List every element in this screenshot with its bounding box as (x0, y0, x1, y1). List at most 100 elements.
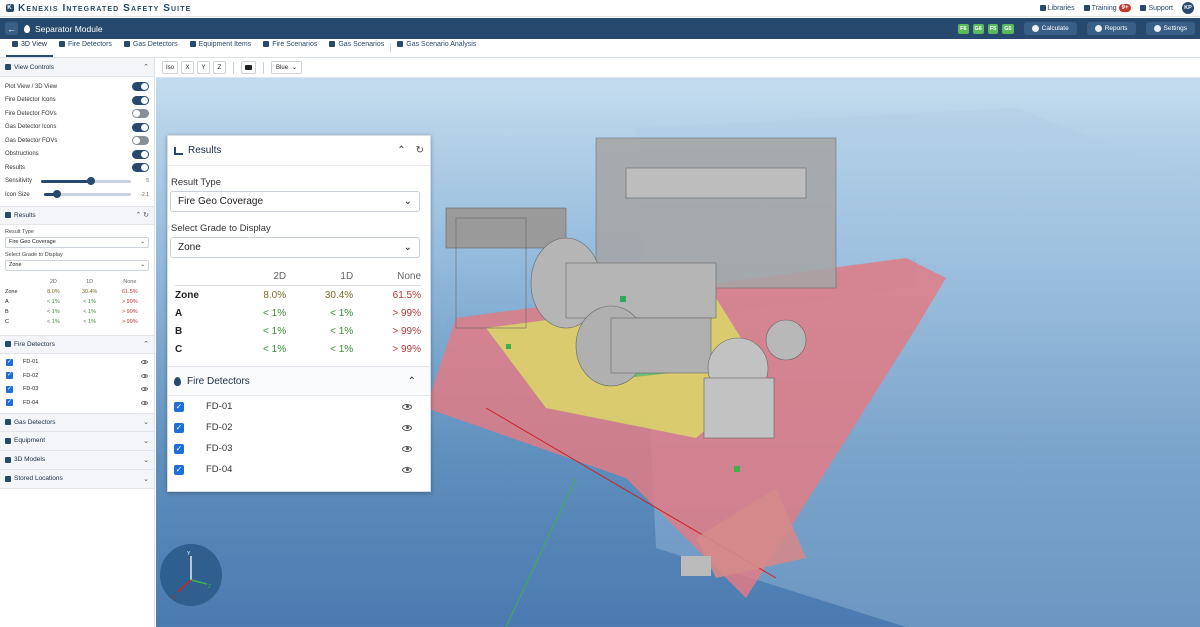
cell: > 99% (392, 343, 421, 355)
grade-label: Select Grade to Display (171, 223, 271, 234)
toggle-label: Fire Detector Icons (5, 97, 56, 104)
gas-detectors-header[interactable]: Gas Detectors ⌄ (0, 412, 154, 432)
viewer-toolbar: Iso X Y Z Blue ⌄ (156, 58, 1200, 78)
table-row: Zone 8.0% 30.4% 61.5% (175, 285, 421, 304)
eye-icon[interactable] (402, 424, 412, 431)
fd-checkbox[interactable]: ✓ (6, 372, 13, 380)
tab-equipment-items[interactable]: Equipment Items (184, 38, 258, 57)
stored-locations-header[interactable]: Stored Locations ⌄ (0, 469, 154, 489)
fire-detectors-panel-header[interactable]: Fire Detectors ⌃ (168, 366, 430, 396)
results-header[interactable]: Results ⌃ ↻ (0, 205, 154, 225)
gas-detector-icons-toggle[interactable] (132, 122, 149, 132)
sliders-icon (5, 64, 11, 70)
grade-select[interactable]: Zone ⌄ (5, 259, 149, 271)
tab-fire-detectors[interactable]: Fire Detectors (53, 38, 118, 57)
tab-gas-scenarios[interactable]: Gas Scenarios (323, 38, 390, 57)
fd-checkbox[interactable]: ✓ (174, 443, 184, 454)
slider-knob[interactable] (52, 190, 61, 199)
fire-detectors-header[interactable]: Fire Detectors ⌃ (0, 334, 154, 354)
brand-logo-icon: K (6, 4, 14, 12)
tab-gas-scenario-analysis[interactable]: Gas Scenario Analysis (391, 38, 482, 57)
chevron-up-icon[interactable]: ⌃ (408, 376, 416, 387)
detector-marker (506, 344, 511, 349)
chevron-down-icon: ⌄ (143, 456, 149, 464)
fd-checkbox[interactable]: ✓ (6, 385, 13, 393)
view-controls-header[interactable]: View Controls ⌃ (0, 58, 154, 77)
grade-select[interactable]: Zone ⌄ (170, 237, 420, 258)
screenshot-button[interactable] (241, 61, 257, 74)
color-select[interactable]: Blue ⌄ (271, 61, 303, 74)
sensitivity-slider[interactable] (41, 176, 131, 185)
refresh-button[interactable]: ↻ (416, 145, 424, 156)
training-badge: 9+ (1118, 4, 1132, 12)
color-select-value: Blue (276, 64, 289, 71)
settings-button[interactable]: Settings (1145, 22, 1195, 35)
fire-detector-icons-toggle[interactable] (132, 95, 149, 105)
cell: < 1% (330, 307, 354, 319)
calculate-label: Calculate (1041, 25, 1069, 32)
fd-checkbox[interactable]: ✓ (174, 422, 184, 433)
eye-icon[interactable] (141, 373, 148, 378)
result-type-select[interactable]: Fire Geo Coverage ⌄ (170, 191, 420, 212)
reports-button[interactable]: Reports (1086, 22, 1136, 35)
fd-checkbox[interactable]: ✓ (174, 464, 184, 475)
y-view-button[interactable]: Y (197, 61, 211, 74)
list-item: ✓ FD-03 (168, 438, 430, 459)
reports-label: Reports (1104, 25, 1128, 32)
fd-checkbox[interactable]: ✓ (6, 399, 13, 407)
axis-line-y (505, 477, 577, 627)
icon-size-slider[interactable] (43, 190, 131, 199)
section-title: Stored Locations (14, 475, 63, 482)
tab-3d-view[interactable]: 3D View (6, 38, 53, 57)
libraries-link[interactable]: Libraries (1039, 5, 1075, 12)
plot-view-toggle[interactable] (132, 82, 149, 92)
x-view-button[interactable]: X (181, 61, 195, 74)
table-header-cell (5, 277, 37, 287)
3d-models-header[interactable]: 3D Models ⌄ (0, 450, 154, 470)
list-item: ✓ FD-01 (0, 356, 154, 370)
eye-icon[interactable] (141, 360, 148, 365)
chevron-down-icon: ⌄ (403, 242, 412, 253)
eye-icon[interactable] (402, 445, 412, 452)
z-view-button[interactable]: Z (213, 61, 227, 74)
support-link[interactable]: Support (1140, 5, 1173, 12)
row-label: C (5, 318, 9, 325)
eye-icon[interactable] (141, 400, 148, 405)
results-toggle[interactable] (132, 163, 149, 173)
book-icon (1039, 5, 1046, 11)
panel-title: Results (188, 145, 222, 156)
fire-detector-fovs-toggle[interactable] (132, 109, 149, 119)
equipment-header[interactable]: Equipment ⌄ (0, 431, 154, 451)
result-type-select[interactable]: Fire Geo Coverage ⌄ (5, 236, 149, 248)
chevron-up-icon: ⌃ ↻ (135, 212, 149, 219)
user-avatar[interactable]: KP (1182, 2, 1194, 14)
gas-detector-fovs-toggle[interactable] (132, 136, 149, 146)
iso-view-button[interactable]: Iso (162, 61, 179, 74)
fd-checkbox[interactable]: ✓ (174, 401, 184, 412)
orientation-gizmo[interactable]: Y Z X (160, 544, 222, 606)
obstructions-toggle[interactable] (132, 149, 149, 159)
tab-fire-scenarios[interactable]: Fire Scenarios (257, 38, 323, 57)
eye-icon[interactable] (402, 466, 412, 473)
tab-gas-detectors[interactable]: Gas Detectors (118, 38, 184, 57)
calculate-button[interactable]: Calculate (1023, 22, 1077, 35)
eye-icon[interactable] (141, 387, 148, 392)
training-link[interactable]: Training 9+ (1083, 4, 1132, 12)
detector-label: FD-04 (23, 399, 39, 406)
section-title: View Controls (14, 63, 54, 71)
cell: < 1% (83, 308, 96, 315)
collapse-button[interactable]: ⌃ (397, 145, 405, 156)
section-title: Equipment (14, 437, 46, 444)
settings-label: Settings (1163, 25, 1188, 32)
eye-icon[interactable] (402, 403, 412, 410)
chevron-up-icon: ⌃ (143, 341, 149, 348)
select-value: Zone (9, 262, 22, 268)
back-button[interactable]: ← (5, 22, 18, 35)
cell: < 1% (263, 307, 287, 319)
table-row: C < 1% < 1% > 99% (5, 317, 150, 327)
fd-checkbox[interactable]: ✓ (6, 358, 13, 366)
slider-knob[interactable] (86, 176, 95, 185)
camera-icon (245, 65, 253, 70)
cell: 30.4% (81, 288, 98, 295)
table-header-cell: 2D (273, 270, 287, 282)
